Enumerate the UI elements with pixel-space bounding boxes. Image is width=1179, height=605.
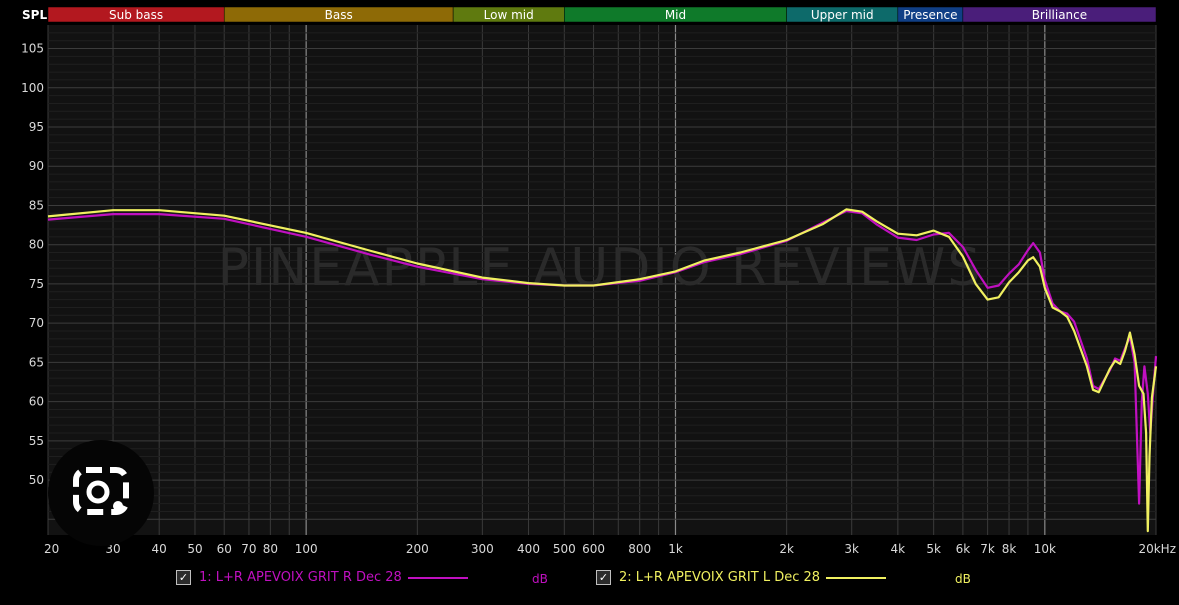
checkbox-icon[interactable]: ✓ [176, 570, 191, 585]
x-tick-label: 3k [844, 542, 859, 556]
x-tick-label: 70 [241, 542, 256, 556]
y-tick-label: 105 [21, 42, 44, 56]
legend-item-2[interactable]: ✓ 2: L+R APEVOIX GRIT L Dec 28 [596, 570, 887, 585]
chart-legend: ✓ 1: L+R APEVOIX GRIT R Dec 28 dB ✓ 2: L… [0, 566, 1179, 594]
legend-unit-2: dB [955, 572, 971, 586]
x-tick-label: 7k [980, 542, 995, 556]
band-label: Bass [325, 8, 353, 22]
y-tick-label: 90 [29, 159, 44, 173]
x-tick-label: 200 [406, 542, 429, 556]
x-tick-label: 10k [1034, 542, 1056, 556]
y-tick-label: 100 [21, 81, 44, 95]
x-tick-label: 80 [263, 542, 278, 556]
legend-item-1[interactable]: ✓ 1: L+R APEVOIX GRIT R Dec 28 [176, 570, 468, 585]
band-label: Sub bass [109, 8, 163, 22]
image-search-button[interactable] [48, 440, 154, 546]
x-tick-label: 5k [926, 542, 941, 556]
x-tick-label: 400 [517, 542, 540, 556]
x-tick-label: 4k [891, 542, 906, 556]
x-tick-label: 600 [582, 542, 605, 556]
legend-line-2 [826, 576, 887, 579]
y-tick-label: 70 [29, 316, 44, 330]
checkbox-icon[interactable]: ✓ [596, 570, 611, 585]
y-axis-title: SPL [22, 8, 47, 22]
y-tick-label: 50 [29, 473, 44, 487]
y-tick-label: 80 [29, 238, 44, 252]
y-tick-label: 75 [29, 277, 44, 291]
legend-unit-1: dB [532, 572, 548, 586]
y-tick-label: 60 [29, 395, 44, 409]
band-label: Mid [665, 8, 686, 22]
band-label: Brilliance [1032, 8, 1087, 22]
legend-line-1 [407, 576, 468, 579]
x-tick-label: 6k [956, 542, 971, 556]
band-label: Low mid [484, 8, 534, 22]
watermark-text: PINEAPPLE AUDIO REVIEWS [218, 238, 983, 298]
x-tick-label: 300 [471, 542, 494, 556]
legend-label-1: 1: L+R APEVOIX GRIT R Dec 28 [199, 570, 402, 585]
legend-label-2: 2: L+R APEVOIX GRIT L Dec 28 [619, 570, 821, 585]
x-tick-label: 500 [553, 542, 576, 556]
y-tick-label: 55 [29, 434, 44, 448]
x-tick-label: 60 [217, 542, 232, 556]
x-tick-label: 100 [295, 542, 318, 556]
x-tick-label: 800 [628, 542, 651, 556]
x-tick-label: 2k [779, 542, 794, 556]
y-tick-label: 65 [29, 355, 44, 369]
x-tick-label: 1k [668, 542, 683, 556]
frequency-response-chart: Sub bass Bass Low mid Mid Upper mid Presence B… [0, 0, 1179, 566]
band-label: Upper mid [811, 8, 874, 22]
x-tick-label: 50 [187, 542, 202, 556]
camera-lens-icon [73, 467, 129, 515]
y-tick-label: 95 [29, 120, 44, 134]
x-tick-label: 20kHz [1138, 542, 1176, 556]
band-label: Presence [903, 8, 957, 22]
x-tick-label: 8k [1002, 542, 1017, 556]
frequency-band-bar: Sub bass Bass Low mid Mid Upper mid Presence B… [47, 6, 1157, 23]
y-tick-label: 85 [29, 198, 44, 212]
